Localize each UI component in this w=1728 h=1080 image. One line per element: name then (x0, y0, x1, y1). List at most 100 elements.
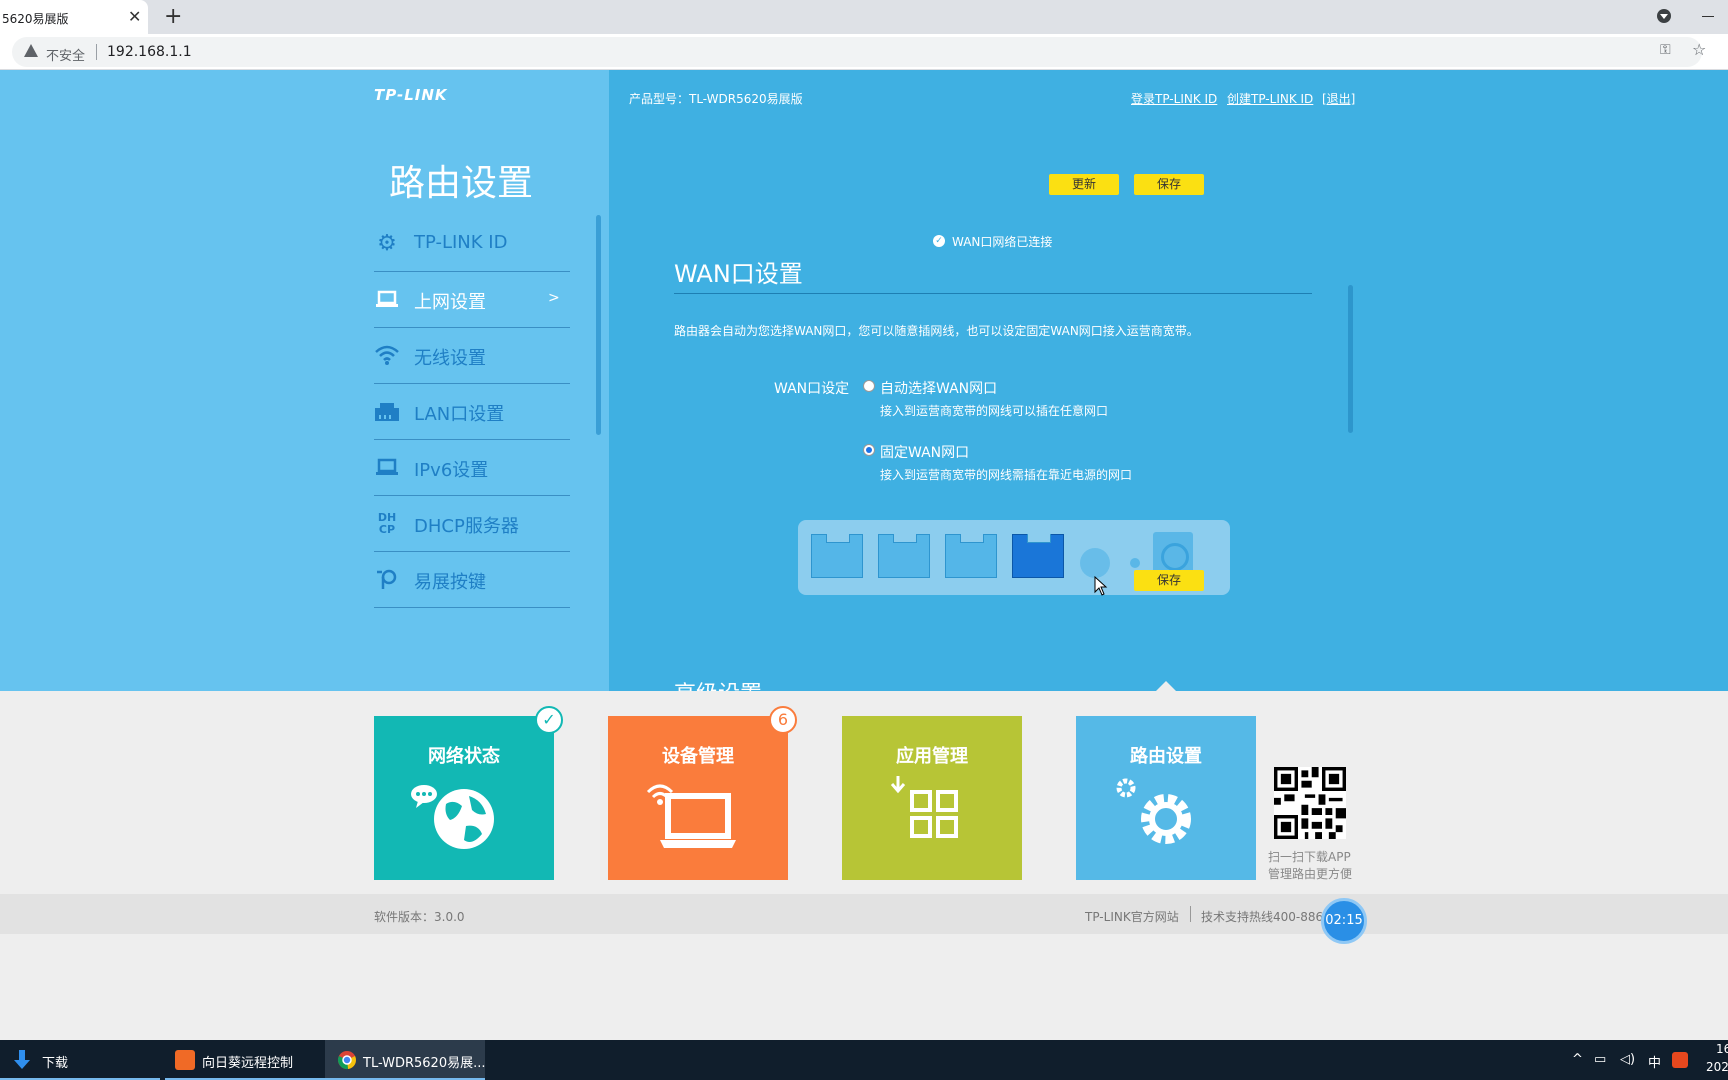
volume-tray-icon[interactable]: ◁) (1620, 1052, 1635, 1067)
tab-search-icon[interactable] (1657, 9, 1671, 23)
network-tray-icon[interactable]: ▭ (1594, 1052, 1606, 1067)
lan-port-3[interactable] (945, 534, 997, 578)
login-tplink-id-link[interactable]: 登录TP-LINK ID (1131, 90, 1217, 107)
new-tab-button[interactable]: + (164, 4, 182, 29)
timer-badge[interactable]: 02:15 (1321, 898, 1367, 944)
section-divider (674, 293, 1312, 294)
globe-icon (411, 785, 494, 849)
taskbar-sunflower[interactable]: 向日葵远程控制 (165, 1040, 325, 1080)
taskbar: 下载 向日葵远程控制 TL-WDR5620易展... ^ ▭ ◁) 中 16 2… (0, 1040, 1728, 1080)
tile-label: 设备管理 (662, 746, 734, 767)
sidebar-item-label: TP-LINK ID (414, 232, 508, 253)
address-bar: 不安全 192.168.1.1 ⚿ ☆ (0, 34, 1728, 70)
taskbar-chrome[interactable]: TL-WDR5620易展... (325, 1040, 486, 1080)
wan-setting-label: WAN口设定 (774, 381, 850, 397)
tray-chevron-icon[interactable]: ^ (1572, 1052, 1583, 1067)
key-icon[interactable]: ⚿ (1660, 42, 1671, 58)
security-label[interactable]: 不安全 (46, 45, 85, 64)
fixed-wan-label[interactable]: 固定WAN网口 (880, 442, 969, 462)
main-scrollbar[interactable] (1348, 285, 1353, 433)
wan-status: WAN口网络已连接 (952, 235, 1053, 249)
sidebar-item-dhcp[interactable]: DH CP DHCP服务器 (374, 496, 570, 552)
sidebar-item-label: 无线设置 (414, 348, 486, 369)
task-label: 下载 (42, 1056, 69, 1071)
task-label: 向日葵远程控制 (202, 1056, 294, 1071)
qr-caption-line1: 扫一扫下载APP (1268, 850, 1351, 864)
official-site-link[interactable]: TP-LINK官方网站 (1085, 908, 1179, 925)
sidebar-item-easymesh[interactable]: 易展按键 (374, 552, 570, 608)
clock-date[interactable]: 202 (1706, 1060, 1728, 1074)
bookmark-star-icon[interactable]: ☆ (1692, 40, 1706, 59)
auto-wan-label[interactable]: 自动选择WAN网口 (880, 378, 997, 398)
browser-tab[interactable]: 5620易展版 ✕ (0, 0, 148, 34)
save-button-bottom[interactable]: 保存 (1134, 570, 1204, 591)
lan-port-2[interactable] (878, 534, 930, 578)
chrome-icon (338, 1051, 356, 1070)
sidebar-item-ipv6[interactable]: IPv6设置 (374, 440, 570, 496)
ime-indicator[interactable]: 中 (1648, 1052, 1661, 1071)
sidebar-scrollbar[interactable] (596, 215, 601, 435)
tile-label: 应用管理 (896, 746, 968, 767)
laptop-icon (374, 288, 400, 312)
gear-icon: ⚙ (377, 231, 397, 256)
url-text[interactable]: 192.168.1.1 (107, 44, 192, 60)
software-version: 软件版本：3.0.0 (374, 910, 465, 924)
qr-caption-line2: 管理路由更方便 (1268, 867, 1353, 881)
wan-description: 路由器会自动为您选择WAN网口，您可以随意插网线，也可以设定固定WAN网口接入运… (674, 324, 1199, 338)
minimize-icon[interactable] (1702, 16, 1714, 17)
sogou-tray-icon[interactable] (1672, 1052, 1688, 1068)
laptop-wifi-icon (646, 784, 736, 848)
active-tile-pointer (1156, 681, 1176, 691)
easymesh-icon (374, 568, 400, 592)
wifi-icon (374, 344, 400, 368)
task-label: TL-WDR5620易展... (363, 1056, 486, 1071)
wan-port-selected[interactable] (1012, 534, 1064, 578)
tile-device-management[interactable]: 设备管理 6 (608, 706, 797, 880)
tile-app-management[interactable]: 应用管理 (842, 716, 1022, 880)
apps-grid-icon (890, 776, 958, 838)
sidebar-item-internet[interactable]: 上网设置 > (374, 272, 570, 328)
create-tplink-id-link[interactable]: 创建TP-LINK ID (1227, 90, 1313, 107)
tplink-logo: TP-LINK (374, 86, 448, 104)
browser-tab-bar: 5620易展版 ✕ + (0, 0, 1728, 34)
clock-time[interactable]: 16 (1716, 1042, 1728, 1056)
lan-icon (374, 400, 400, 424)
auto-wan-radio[interactable] (863, 380, 875, 392)
tile-label: 路由设置 (1130, 746, 1202, 767)
footer: 软件版本：3.0.0 TP-LINK官方网站 技术支持热线400-8863-40… (0, 894, 1728, 934)
sidebar-item-tplink-id[interactable]: ⚙ TP-LINK ID (374, 216, 570, 272)
fixed-wan-radio[interactable] (863, 444, 875, 456)
auto-wan-sub: 接入到运营商宽带的网线可以插在任意网口 (880, 404, 1109, 418)
tile-network-status[interactable]: 网络状态 ✓ (374, 706, 563, 880)
fixed-wan-sub: 接入到运营商宽带的网线需插在靠近电源的网口 (880, 468, 1133, 482)
lan-port-1[interactable] (811, 534, 863, 578)
sunflower-app-icon (175, 1050, 195, 1070)
omnibox[interactable]: 不安全 192.168.1.1 ⚿ ☆ (12, 37, 1706, 67)
logout-link[interactable]: [退出] (1322, 90, 1355, 107)
led-icon (1130, 558, 1140, 568)
sidebar-item-label: LAN口设置 (414, 404, 505, 425)
status-ok-badge: ✓ (535, 706, 563, 734)
refresh-button[interactable]: 更新 (1049, 174, 1119, 195)
router-admin-page: TP-LINK 路由设置 ⚙ TP-LINK ID 上网设置 > 无线设置 LA… (0, 70, 1728, 1040)
qr-code-image (1274, 767, 1346, 839)
sidebar-item-label: 上网设置 (414, 292, 486, 313)
section-title: WAN口设置 (674, 260, 803, 288)
warning-icon[interactable] (24, 44, 38, 57)
gears-icon (1116, 778, 1191, 844)
close-tab-icon[interactable]: ✕ (128, 7, 141, 26)
tile-label: 网络状态 (428, 746, 500, 767)
sidebar-item-label: IPv6设置 (414, 460, 489, 481)
sidebar-title: 路由设置 (389, 163, 534, 204)
device-count-badge: 6 (769, 706, 797, 734)
tab-title: 5620易展版 (2, 12, 69, 26)
taskbar-download[interactable]: 下载 (0, 1040, 160, 1080)
dhcp-icon: DH CP (377, 511, 397, 536)
tile-router-settings[interactable]: 路由设置 (1076, 716, 1256, 880)
sidebar-item-lan[interactable]: LAN口设置 (374, 384, 570, 440)
footer-divider (1190, 906, 1191, 922)
reset-button-icon (1080, 548, 1110, 578)
check-circle-icon: ✓ (933, 235, 945, 247)
sidebar-item-wireless[interactable]: 无线设置 (374, 328, 570, 384)
save-button-top[interactable]: 保存 (1134, 174, 1204, 195)
